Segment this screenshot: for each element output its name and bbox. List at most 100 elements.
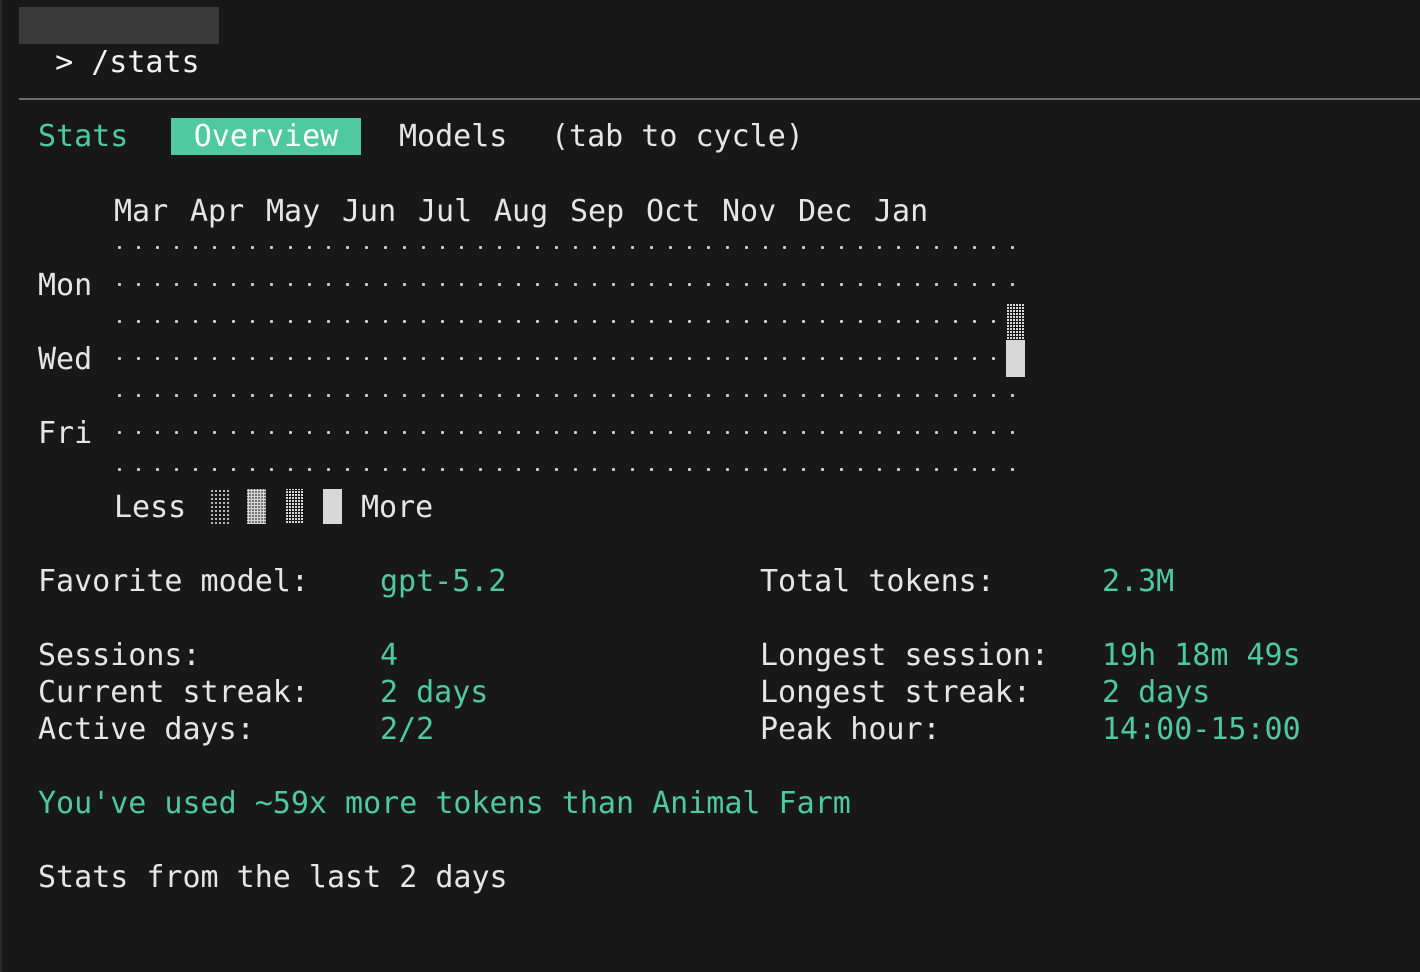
heatmap-cell-empty [422,283,425,286]
heatmap-cell-empty [479,320,482,323]
longest-streak-label: Longest streak: [760,675,1031,710]
heatmap-cell-empty [669,357,672,360]
heatmap-cell-empty [555,468,558,471]
heatmap-cell-empty [346,246,349,249]
heatmap-cell-empty [460,431,463,434]
heatmap-cell-empty [479,431,482,434]
heatmap-cell-empty [650,468,653,471]
heatmap-cell-empty [840,431,843,434]
heatmap-cell-empty [327,357,330,360]
heatmap-cell-empty [441,320,444,323]
heatmap-cell-empty [308,246,311,249]
heatmap-cell-empty [517,283,520,286]
peak-hour-value: 14:00-15:00 [1102,712,1301,747]
heatmap-cell-empty [156,357,159,360]
heatmap-cell-empty [289,468,292,471]
heatmap-cell-empty [441,283,444,286]
heatmap-cell-empty [365,246,368,249]
heatmap-cell-empty [973,468,976,471]
heatmap-cell-empty [574,320,577,323]
heatmap-cell-empty [631,394,634,397]
heatmap-cell-empty [802,394,805,397]
heatmap-cell-empty [422,246,425,249]
heatmap-cell-empty [422,357,425,360]
heatmap-cell-empty [726,357,729,360]
heatmap-cell-empty [327,283,330,286]
heatmap-cell-empty [441,357,444,360]
active-days-label: Active days: [38,712,255,747]
heatmap-cell-empty [536,246,539,249]
heatmap-cell-empty [555,320,558,323]
heatmap-cell-empty [232,468,235,471]
heatmap-cell-empty [194,431,197,434]
heatmap-cell-empty [118,320,121,323]
heatmap-cell-empty [688,246,691,249]
heatmap-cell-empty [194,357,197,360]
heatmap-cell-empty [707,468,710,471]
heatmap-cell-empty [175,468,178,471]
heatmap-cell-empty [251,468,254,471]
heatmap-cell-empty [631,246,634,249]
heatmap-cell-empty [992,394,995,397]
active-days-value: 2/2 [380,712,435,747]
divider [19,98,1420,100]
token-comparison: You've used ~59x more tokens than Animal… [38,786,851,821]
heatmap-cell-empty [156,320,159,323]
heatmap-cell-empty [498,394,501,397]
heatmap-cell-empty [308,468,311,471]
heatmap-cell-active [1006,340,1025,377]
heatmap-cell-empty [783,357,786,360]
heatmap-cell-empty [593,246,596,249]
heatmap-cell-empty [422,394,425,397]
heatmap-cell-empty [536,394,539,397]
heatmap-cell-empty [308,283,311,286]
heatmap-cell-empty [270,357,273,360]
heatmap-cell-empty [270,246,273,249]
heatmap-cell-empty [460,394,463,397]
heatmap-cell-empty [251,320,254,323]
command-prompt[interactable]: > /stats [19,7,219,80]
tab-stats[interactable]: Stats [38,118,128,155]
tab-models[interactable]: Models [399,118,507,155]
heatmap-cell-empty [308,394,311,397]
tab-overview[interactable]: Overview [171,118,361,155]
heatmap-cell-empty [954,357,957,360]
heatmap-cell-empty [346,320,349,323]
heatmap-cell-empty [403,320,406,323]
heatmap-cell-empty [194,246,197,249]
heatmap-cell-empty [764,468,767,471]
heatmap-cell-empty [707,320,710,323]
heatmap-cell-empty [403,431,406,434]
heatmap-cell-empty [441,246,444,249]
heatmap-cell-empty [1011,394,1014,397]
heatmap-cell-empty [194,283,197,286]
heatmap-cell-empty [897,431,900,434]
heatmap-cell-empty [365,431,368,434]
heatmap-cell-empty [213,394,216,397]
day-label-fri: Fri [38,416,93,451]
heatmap-cell-empty [270,320,273,323]
day-label-mon: Mon [38,268,93,303]
heatmap-cell-empty [802,283,805,286]
heatmap-cell-empty [612,431,615,434]
heatmap-cell-empty [840,246,843,249]
heatmap-cell-empty [650,357,653,360]
heatmap-cell-empty [764,394,767,397]
heatmap-cell-empty [270,394,273,397]
heatmap-cell-empty [840,357,843,360]
heatmap-cell-empty [669,431,672,434]
heatmap-cell-empty [232,394,235,397]
heatmap-cell-empty [783,431,786,434]
heatmap-cell-empty [118,468,121,471]
heatmap-cell-empty [688,320,691,323]
heatmap-cell-empty [916,283,919,286]
heatmap-cell-empty [327,246,330,249]
heatmap-cell-empty [745,246,748,249]
heatmap-cell-empty [498,468,501,471]
heatmap-row-mon [118,259,1018,296]
heatmap-cell-empty [612,246,615,249]
legend-swatch-level-1 [210,489,229,524]
heatmap-cell-empty [213,320,216,323]
heatmap-cell-empty [935,394,938,397]
heatmap-cell-empty [1011,468,1014,471]
